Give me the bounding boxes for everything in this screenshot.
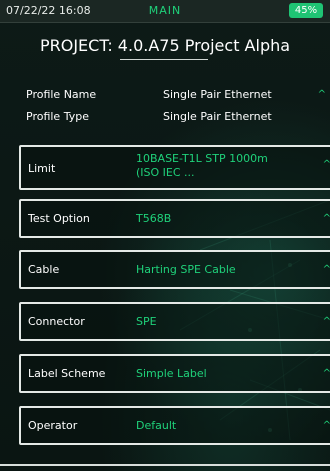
setting-limit[interactable]: Limit 10BASE-T1L STP 1000m (ISO IEC ... … [19,145,330,190]
chevron-up-icon[interactable]: ^ [323,316,330,327]
chevron-up-icon[interactable]: ^ [318,89,326,100]
status-bar: 07/22/22 16:08 MAIN 45% [0,0,330,23]
profile-name-row: Profile Name Single Pair Ethernet ^ [0,84,330,106]
setting-value: SPE [136,315,157,328]
bottom-divider [0,464,330,466]
chevron-up-icon[interactable]: ^ [323,420,330,431]
setting-value: Simple Label [136,367,207,380]
profile-name-label: Profile Name [26,88,97,101]
project-label: PROJECT: 4.0.A75 Project Alpha [39,36,291,55]
setting-label: Operator [28,419,78,432]
screen-title: MAIN [148,4,182,17]
profile-name-value: Single Pair Ethernet [163,88,272,101]
chevron-up-icon[interactable]: ^ [323,159,330,170]
battery-indicator: 45% [289,3,323,18]
setting-cable[interactable]: Cable Harting SPE Cable ^ [19,250,330,289]
setting-value: T568B [136,212,172,225]
project-underline [120,59,208,60]
setting-label-scheme[interactable]: Label Scheme Simple Label ^ [19,354,330,393]
chevron-up-icon[interactable]: ^ [323,213,330,224]
profile-type-value: Single Pair Ethernet [163,110,272,123]
setting-label: Limit [28,162,56,175]
setting-value-line1: 10BASE-T1L STP 1000m [136,152,268,165]
setting-label: Label Scheme [28,367,106,380]
setting-label: Connector [28,315,85,328]
setting-test-option[interactable]: Test Option T568B ^ [19,199,330,238]
setting-operator[interactable]: Operator Default ^ [19,406,330,445]
setting-value: Harting SPE Cable [136,263,236,276]
setting-value-line2: (ISO IEC ... [136,166,195,179]
setting-value: Default [136,419,177,432]
chevron-up-icon[interactable]: ^ [323,368,330,379]
setting-label: Test Option [28,212,90,225]
profile-type-label: Profile Type [26,110,89,123]
chevron-up-icon[interactable]: ^ [323,264,330,275]
setting-connector[interactable]: Connector SPE ^ [19,302,330,341]
setting-label: Cable [28,263,60,276]
profile-type-row: Profile Type Single Pair Ethernet [0,106,330,128]
